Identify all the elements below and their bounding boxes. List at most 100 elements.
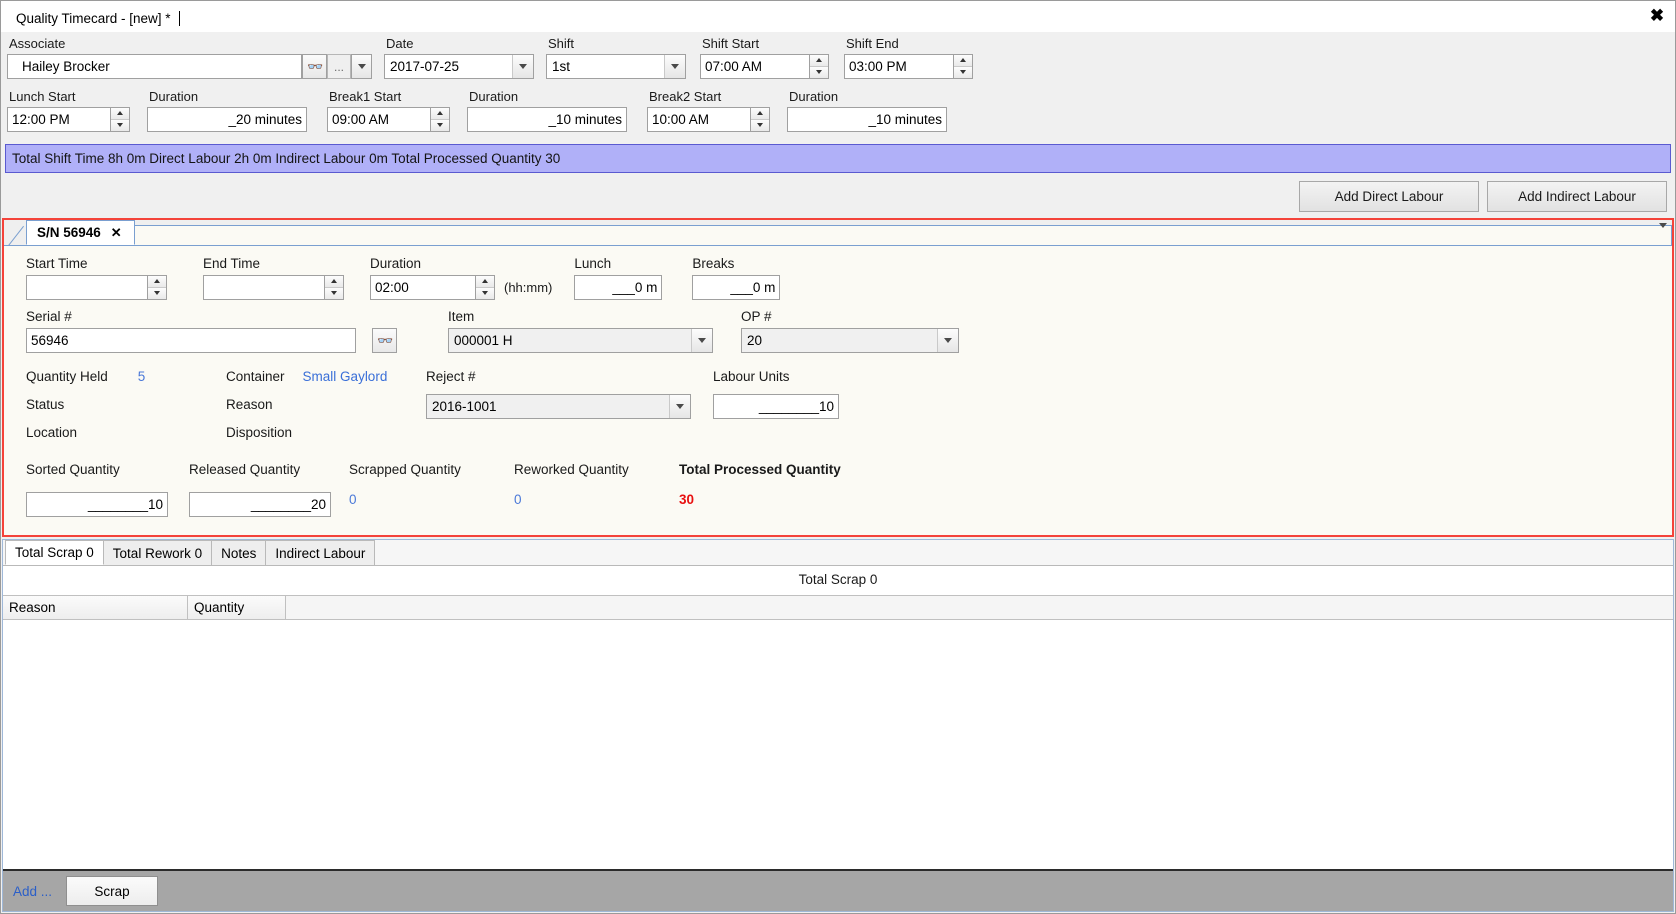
op-value: 20: [742, 329, 937, 352]
break2-duration-field: Duration: [787, 85, 955, 132]
stepper-down-icon[interactable]: [476, 287, 494, 299]
scrap-button[interactable]: Scrap: [66, 876, 159, 906]
associate-input[interactable]: [7, 54, 303, 79]
binoculars-icon[interactable]: 👓: [302, 54, 327, 79]
shift-combo[interactable]: 1st: [546, 54, 686, 79]
chevron-down-icon[interactable]: [512, 55, 533, 78]
stepper-up-icon[interactable]: [431, 108, 449, 120]
break1-duration-input[interactable]: [467, 107, 627, 132]
break2-start-label: Break2 Start: [649, 89, 722, 104]
op-combo[interactable]: 20: [741, 328, 959, 353]
start-time-input[interactable]: [26, 275, 148, 300]
serial-tab[interactable]: S/N 56946 ✕: [26, 220, 135, 245]
start-time-label: Start Time: [26, 256, 88, 271]
stepper-down-icon[interactable]: [751, 119, 769, 131]
date-label: Date: [386, 36, 414, 51]
column-header-quantity[interactable]: Quantity: [188, 596, 286, 619]
released-quantity-input[interactable]: [189, 492, 331, 517]
chevron-down-icon[interactable]: [1659, 223, 1667, 243]
chevron-down-icon[interactable]: [664, 55, 685, 78]
binoculars-icon[interactable]: 👓: [372, 328, 397, 353]
stepper-down-icon[interactable]: [111, 119, 129, 131]
end-time-input[interactable]: [203, 275, 325, 300]
close-icon[interactable]: ✕: [111, 225, 122, 241]
grid-body: [3, 620, 1673, 869]
associate-ellipsis-button[interactable]: ...: [326, 54, 352, 79]
column-header-reason[interactable]: Reason: [3, 596, 188, 619]
tab-total-rework[interactable]: Total Rework 0: [102, 540, 213, 565]
start-time-field: Start Time: [26, 256, 181, 300]
add-indirect-labour-button[interactable]: Add Indirect Labour: [1487, 181, 1667, 212]
shift-start-input[interactable]: [700, 54, 810, 79]
status-label: Status: [26, 397, 65, 412]
op-field: OP # 20: [741, 309, 959, 353]
add-direct-labour-button[interactable]: Add Direct Labour: [1299, 181, 1479, 212]
stepper-down-icon[interactable]: [810, 66, 828, 78]
total-processed-quantity-label: Total Processed Quantity: [679, 462, 841, 477]
stepper-down-icon[interactable]: [148, 287, 166, 299]
associate-label: Associate: [9, 36, 66, 51]
sorted-quantity-input[interactable]: [26, 492, 168, 517]
lunch-start-input[interactable]: [7, 107, 111, 132]
chevron-down-icon[interactable]: [937, 329, 958, 352]
stepper-down-icon[interactable]: [431, 119, 449, 131]
tab-notes[interactable]: Notes: [211, 540, 267, 565]
labour-units-label: Labour Units: [713, 369, 790, 384]
duration-stepper[interactable]: [476, 275, 495, 300]
start-time-stepper[interactable]: [148, 275, 167, 300]
break2-start-stepper[interactable]: [751, 107, 770, 132]
stepper-up-icon[interactable]: [810, 55, 828, 67]
reject-combo[interactable]: 2016-1001: [426, 394, 691, 419]
lunch-start-stepper[interactable]: [111, 107, 130, 132]
serial-input[interactable]: [26, 328, 356, 353]
duration-input[interactable]: [370, 275, 476, 300]
tab-indirect-labour[interactable]: Indirect Labour: [265, 540, 376, 565]
break1-duration-label: Duration: [469, 89, 519, 104]
date-combo[interactable]: 2017-07-25: [384, 54, 534, 79]
lunch-input[interactable]: [574, 275, 663, 300]
shift-end-input[interactable]: [844, 54, 954, 79]
stepper-up-icon[interactable]: [148, 276, 166, 288]
break2-duration-input[interactable]: [787, 107, 947, 132]
reworked-quantity-value: 0: [514, 492, 522, 507]
chevron-down-icon[interactable]: [351, 54, 372, 79]
add-link[interactable]: Add ...: [13, 884, 52, 899]
duration-label: Duration: [370, 256, 422, 271]
end-time-stepper[interactable]: [325, 275, 344, 300]
break1-start-stepper[interactable]: [431, 107, 450, 132]
lunch-duration-input[interactable]: [147, 107, 307, 132]
breaks-input[interactable]: [692, 275, 781, 300]
stepper-up-icon[interactable]: [325, 276, 343, 288]
shift-end-stepper[interactable]: [954, 54, 973, 79]
window-title-tab[interactable]: Quality Timecard - [new] *: [7, 6, 191, 31]
break2-start-input[interactable]: [647, 107, 751, 132]
associate-field: Associate 👓 ...: [7, 32, 372, 79]
stepper-up-icon[interactable]: [751, 108, 769, 120]
chevron-down-icon[interactable]: [669, 395, 690, 418]
location-label: Location: [26, 425, 78, 440]
duration-format-hint: (hh:mm): [504, 280, 553, 295]
detail-held-row: Quantity Held 5 Status Location Containe…: [26, 369, 1672, 444]
stepper-up-icon[interactable]: [954, 55, 972, 67]
chevron-down-icon[interactable]: [691, 329, 712, 352]
item-combo[interactable]: 000001 H: [448, 328, 713, 353]
header-form: Associate 👓 ... Date 2017-07-25 Shift: [1, 32, 1675, 138]
container-value[interactable]: Small Gaylord: [303, 369, 388, 388]
footer-toolbar: Add ... Scrap: [3, 869, 1673, 911]
break1-start-input[interactable]: [327, 107, 431, 132]
tab-total-scrap[interactable]: Total Scrap 0: [5, 540, 104, 565]
labour-units-input[interactable]: [713, 394, 839, 419]
shift-start-stepper[interactable]: [810, 54, 829, 79]
stepper-up-icon[interactable]: [111, 108, 129, 120]
close-icon[interactable]: ✖: [1645, 4, 1669, 26]
released-quantity-label: Released Quantity: [189, 462, 301, 477]
shift-start-field: Shift Start: [700, 32, 830, 79]
stepper-down-icon[interactable]: [325, 287, 343, 299]
text-caret: [178, 11, 180, 26]
quantity-held-value: 5: [137, 369, 146, 384]
scrapped-quantity-value: 0: [349, 492, 357, 507]
end-time-label: End Time: [203, 256, 261, 271]
stepper-down-icon[interactable]: [954, 66, 972, 78]
stepper-up-icon[interactable]: [476, 276, 494, 288]
shift-end-label: Shift End: [846, 36, 899, 51]
